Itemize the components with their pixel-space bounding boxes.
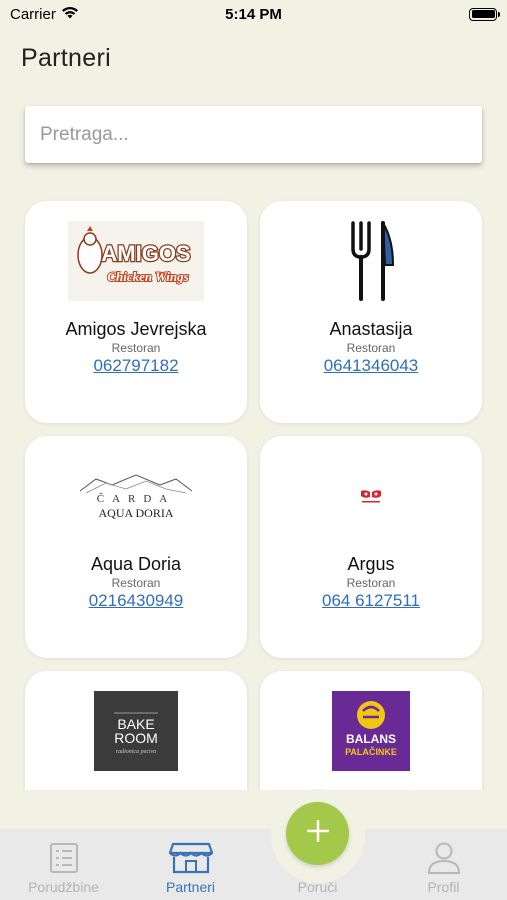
- tab-porudzbine[interactable]: Porudžbine: [0, 829, 127, 900]
- partner-card[interactable]: AMIGOS Chicken Wings Amigos Jevrejska Re…: [25, 201, 247, 423]
- search-box[interactable]: [25, 106, 482, 163]
- amigos-logo: AMIGOS Chicken Wings: [25, 221, 247, 301]
- svg-text:Chicken Wings: Chicken Wings: [107, 269, 188, 284]
- partner-type: Restoran: [111, 576, 161, 590]
- person-icon: [427, 841, 461, 875]
- partner-type: Restoran: [111, 341, 161, 355]
- partner-phone-link[interactable]: 0216430949: [25, 591, 247, 611]
- svg-text:ROOM: ROOM: [114, 730, 158, 746]
- partner-card[interactable]: BAKE ROOM radionica peciva: [25, 671, 247, 790]
- partner-card[interactable]: BALANS PALAČINKE: [260, 671, 482, 790]
- partner-card[interactable]: Anastasija Restoran 0641346043: [260, 201, 482, 423]
- svg-text:radionica peciva: radionica peciva: [116, 749, 157, 755]
- wifi-icon: [61, 6, 79, 23]
- svg-text:BALANS: BALANS: [346, 732, 396, 746]
- partner-grid[interactable]: AMIGOS Chicken Wings Amigos Jevrejska Re…: [0, 190, 507, 790]
- plus-icon: [306, 819, 329, 847]
- partner-card[interactable]: ČARDA AQUA DORIA Aqua Doria Restoran 021…: [25, 436, 247, 658]
- tab-bar: Porudžbine Partneri Poruči Profil: [0, 829, 507, 900]
- partner-type: Restoran: [346, 576, 396, 590]
- list-icon: [49, 841, 79, 875]
- tab-label: Profil: [427, 879, 460, 895]
- partner-type: Restoran: [346, 341, 396, 355]
- argus-logo: [260, 456, 482, 536]
- partner-phone-link[interactable]: 062797182: [25, 356, 247, 376]
- svg-text:ČARDA: ČARDA: [97, 493, 176, 505]
- partner-phone-link[interactable]: 064 6127511: [260, 591, 482, 611]
- partner-name: Aqua Doria: [90, 554, 182, 574]
- balans-logo: BALANS PALAČINKE: [260, 691, 482, 771]
- battery-icon: [469, 7, 500, 21]
- tab-partneri[interactable]: Partneri: [127, 829, 254, 900]
- svg-text:AMIGOS: AMIGOS: [101, 241, 190, 266]
- carrier-label: Carrier: [10, 5, 56, 23]
- bake-room-logo: BAKE ROOM radionica peciva: [25, 691, 247, 771]
- fork-knife-icon: [260, 221, 482, 301]
- partner-name: Amigos Jevrejska: [65, 319, 207, 339]
- partner-name: Anastasija: [329, 319, 413, 339]
- aqua-doria-logo: ČARDA AQUA DORIA: [25, 456, 247, 536]
- partner-card[interactable]: Argus Restoran 064 6127511: [260, 436, 482, 658]
- svg-text:PALAČINKE: PALAČINKE: [345, 746, 397, 757]
- partner-name: Argus: [347, 554, 395, 574]
- partner-phone-link[interactable]: 0641346043: [260, 356, 482, 376]
- add-order-button[interactable]: [286, 802, 349, 865]
- store-icon: [168, 841, 213, 875]
- search-input[interactable]: [40, 123, 482, 146]
- svg-text:AQUA DORIA: AQUA DORIA: [99, 506, 174, 520]
- page-title: Partneri: [21, 44, 111, 72]
- tab-label: Porudžbine: [28, 879, 99, 895]
- status-left: Carrier: [10, 6, 79, 23]
- status-bar: Carrier 5:14 PM: [0, 0, 507, 28]
- tab-label: Partneri: [165, 879, 216, 895]
- tab-profil[interactable]: Profil: [380, 829, 507, 900]
